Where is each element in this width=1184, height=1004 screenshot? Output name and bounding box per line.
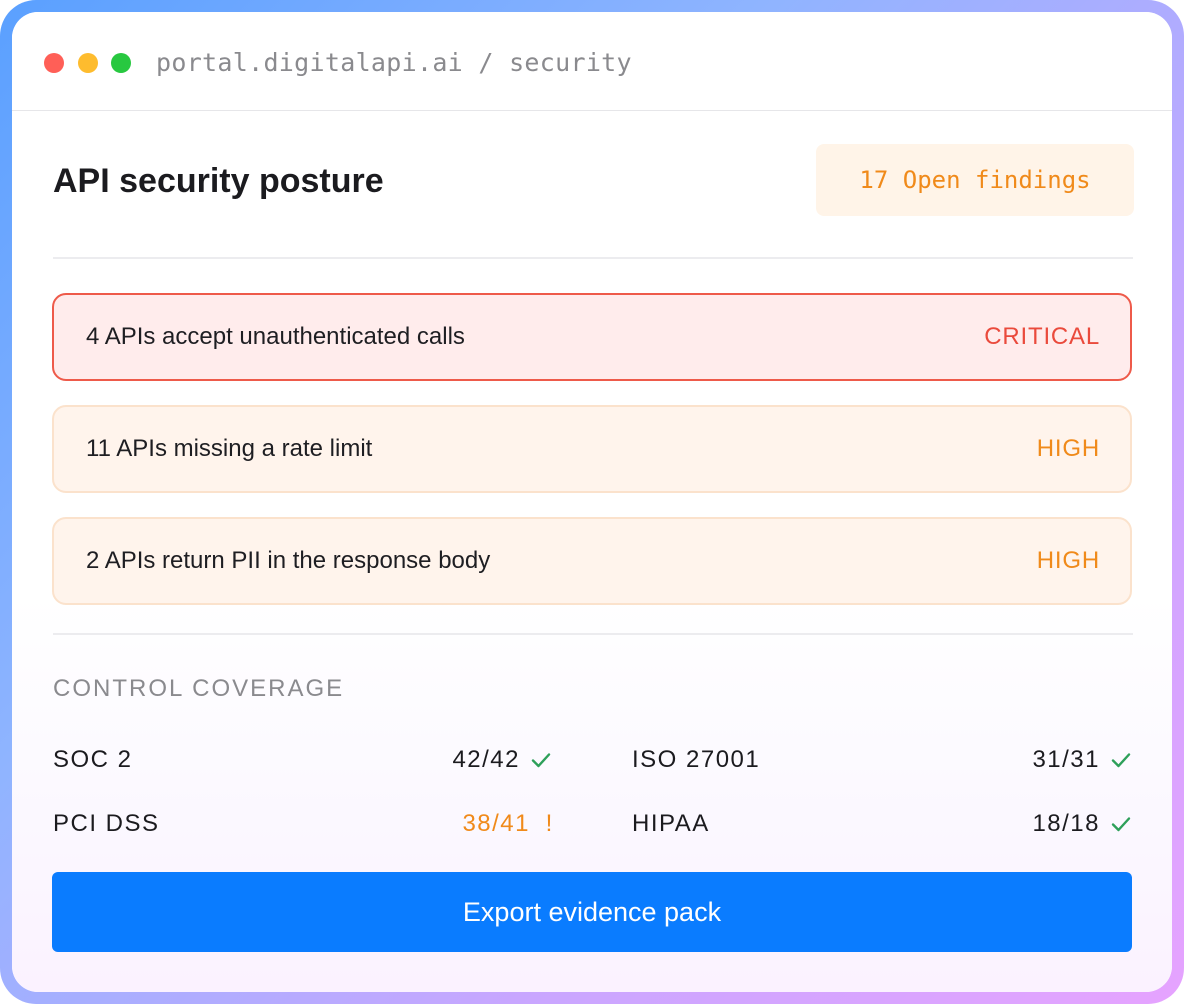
divider — [53, 257, 1133, 259]
coverage-value-iso27001: 31/31 — [1032, 746, 1100, 773]
section-heading: CONTROL COVERAGE — [53, 675, 345, 702]
finding-row-unauthenticated[interactable]: 4 APIs accept unauthenticated calls CRIT… — [52, 293, 1132, 381]
finding-row-pii[interactable]: 2 APIs return PII in the response body H… — [52, 517, 1132, 605]
finding-text: 11 APIs missing a rate limit — [86, 435, 373, 462]
coverage-name-iso27001: ISO 27001 — [632, 746, 761, 773]
close-window-button[interactable] — [44, 53, 64, 73]
severity-label: HIGH — [1036, 547, 1100, 574]
finding-text: 4 APIs accept unauthenticated calls — [86, 323, 465, 350]
severity-label: HIGH — [1036, 435, 1100, 462]
browser-window: portal.digitalapi.ai / security API secu… — [12, 12, 1172, 992]
coverage-value-pci-dss: 38/41 — [462, 810, 530, 837]
security-panel: API security posture 17 Open findings 4 … — [12, 111, 1172, 992]
open-findings-badge: 17 Open findings — [816, 144, 1134, 216]
minimize-window-button[interactable] — [78, 53, 98, 73]
check-icon — [1110, 749, 1132, 771]
window-frame: portal.digitalapi.ai / security API secu… — [0, 0, 1184, 1004]
warning-icon: ! — [545, 810, 553, 837]
address-breadcrumb[interactable]: portal.digitalapi.ai / security — [156, 46, 632, 80]
title-bar: portal.digitalapi.ai / security — [12, 12, 1172, 111]
finding-row-rate-limit[interactable]: 11 APIs missing a rate limit HIGH — [52, 405, 1132, 493]
finding-text: 2 APIs return PII in the response body — [86, 547, 491, 574]
severity-label: CRITICAL — [984, 323, 1100, 350]
coverage-name-pci-dss: PCI DSS — [53, 810, 160, 837]
page-title: API security posture — [53, 162, 384, 200]
divider — [53, 633, 1133, 635]
maximize-window-button[interactable] — [111, 53, 131, 73]
check-icon — [530, 749, 552, 771]
coverage-name-hipaa: HIPAA — [632, 810, 710, 837]
export-evidence-pack-button[interactable]: Export evidence pack — [52, 872, 1132, 952]
coverage-value-soc2: 42/42 — [452, 746, 520, 773]
coverage-value-hipaa: 18/18 — [1032, 810, 1100, 837]
check-icon — [1110, 813, 1132, 835]
coverage-name-soc2: SOC 2 — [53, 746, 133, 773]
